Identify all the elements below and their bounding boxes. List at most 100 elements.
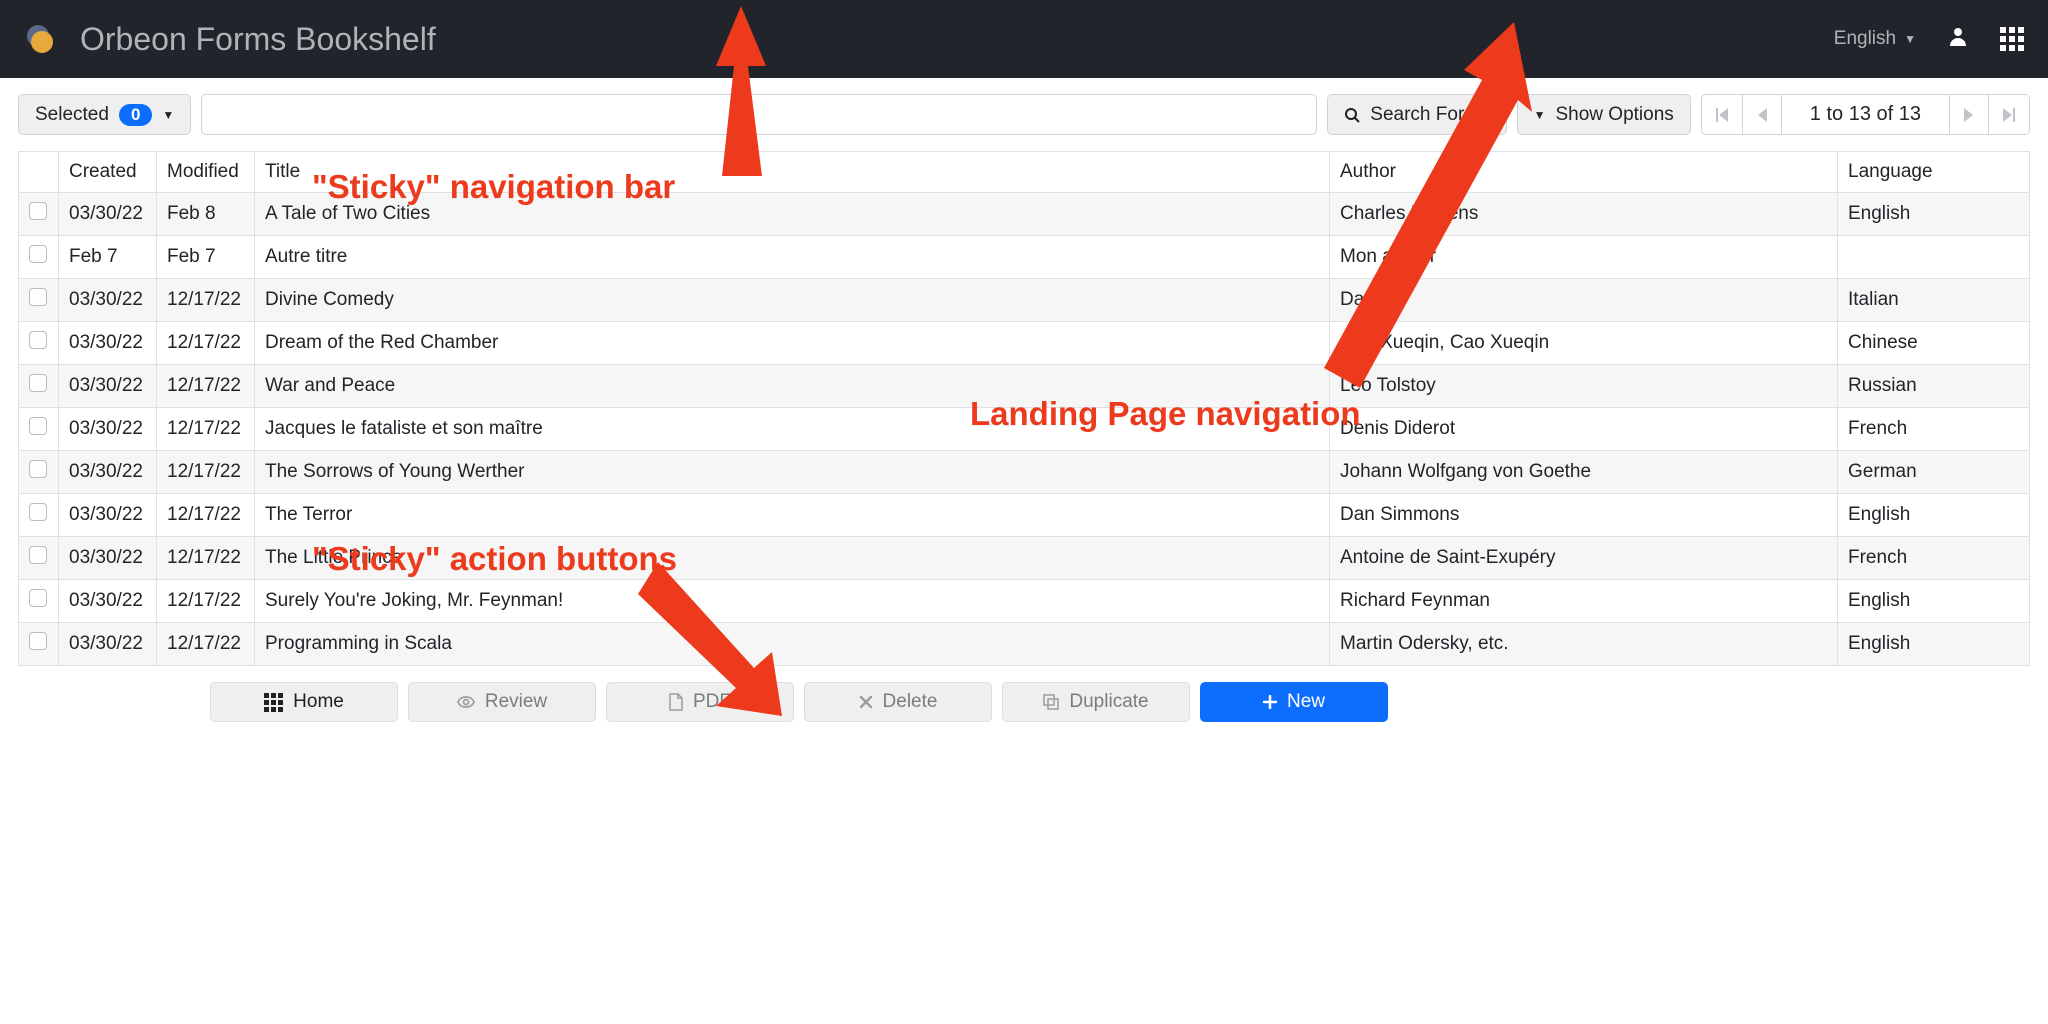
action-bar: Home Review PDF Delete Duplicate New — [0, 672, 2048, 732]
table-row[interactable]: 03/30/2212/17/22The Little PrinceAntoine… — [19, 537, 2030, 580]
pager-prev[interactable] — [1743, 95, 1782, 134]
cell-modified: 12/17/22 — [157, 580, 255, 623]
row-checkbox[interactable] — [29, 460, 47, 478]
selected-label: Selected — [35, 104, 109, 126]
cell-language: English — [1838, 494, 2030, 537]
pdf-button[interactable]: PDF — [606, 682, 794, 722]
row-checkbox[interactable] — [29, 589, 47, 607]
pager-next[interactable] — [1950, 95, 1989, 134]
table-row[interactable]: 03/30/2212/17/22The TerrorDan SimmonsEng… — [19, 494, 2030, 537]
cell-title: War and Peace — [255, 365, 1330, 408]
cell-title: Autre titre — [255, 236, 1330, 279]
pager: 1 to 13 of 13 — [1701, 94, 2030, 135]
row-checkbox[interactable] — [29, 202, 47, 220]
cell-created: 03/30/22 — [59, 322, 157, 365]
search-button[interactable]: Search Forms — [1327, 94, 1506, 135]
cell-author: Martin Odersky, etc. — [1330, 623, 1838, 666]
caret-down-icon: ▼ — [1904, 32, 1916, 46]
cell-language: Chinese — [1838, 322, 2030, 365]
user-icon[interactable] — [1948, 26, 1968, 52]
col-modified[interactable]: Modified — [157, 152, 255, 193]
logo-icon — [24, 23, 56, 55]
pdf-label: PDF — [693, 691, 731, 713]
cell-language: German — [1838, 451, 2030, 494]
pager-first[interactable] — [1702, 95, 1743, 134]
review-button[interactable]: Review — [408, 682, 596, 722]
table-row[interactable]: Feb 7Feb 7Autre titreMon auteur — [19, 236, 2030, 279]
table-header-row: Created Modified Title Author Language — [19, 152, 2030, 193]
cell-title: The Little Prince — [255, 537, 1330, 580]
duplicate-button[interactable]: Duplicate — [1002, 682, 1190, 722]
cell-created: 03/30/22 — [59, 623, 157, 666]
cell-language: English — [1838, 193, 2030, 236]
close-icon — [859, 695, 873, 709]
table-row[interactable]: 03/30/2212/17/22Divine ComedyDanteItalia… — [19, 279, 2030, 322]
language-select[interactable]: English ▼ — [1834, 28, 1916, 50]
cell-title: The Terror — [255, 494, 1330, 537]
row-checkbox-cell — [19, 494, 59, 537]
row-checkbox[interactable] — [29, 503, 47, 521]
cell-author: Richard Feynman — [1330, 580, 1838, 623]
home-button[interactable]: Home — [210, 682, 398, 722]
table-row[interactable]: 03/30/2212/17/22Surely You're Joking, Mr… — [19, 580, 2030, 623]
cell-title: Jacques le fataliste et son maître — [255, 408, 1330, 451]
col-language[interactable]: Language — [1838, 152, 2030, 193]
table-row[interactable]: 03/30/2212/17/22The Sorrows of Young Wer… — [19, 451, 2030, 494]
table-row[interactable]: 03/30/2212/17/22War and PeaceLeo Tolstoy… — [19, 365, 2030, 408]
prev-page-icon — [1757, 108, 1767, 122]
row-checkbox[interactable] — [29, 632, 47, 650]
row-checkbox[interactable] — [29, 374, 47, 392]
row-checkbox[interactable] — [29, 245, 47, 263]
cell-created: 03/30/22 — [59, 494, 157, 537]
row-checkbox[interactable] — [29, 288, 47, 306]
row-checkbox-cell — [19, 236, 59, 279]
apps-grid-icon[interactable] — [2000, 27, 2024, 51]
table-row[interactable]: 03/30/2212/17/22Dream of the Red Chamber… — [19, 322, 2030, 365]
cell-language: English — [1838, 623, 2030, 666]
cell-author: Charles Dickens — [1330, 193, 1838, 236]
plus-icon — [1263, 695, 1277, 709]
cell-modified: 12/17/22 — [157, 623, 255, 666]
grid-icon — [264, 693, 283, 712]
col-title[interactable]: Title — [255, 152, 1330, 193]
row-checkbox-cell — [19, 537, 59, 580]
cell-author: Leo Tolstoy — [1330, 365, 1838, 408]
table-row[interactable]: 03/30/22Feb 8A Tale of Two CitiesCharles… — [19, 193, 2030, 236]
cell-author: Dan Simmons — [1330, 494, 1838, 537]
search-input[interactable] — [201, 94, 1317, 135]
table-row[interactable]: 03/30/2212/17/22Jacques le fataliste et … — [19, 408, 2030, 451]
search-icon — [1344, 107, 1360, 123]
cell-created: 03/30/22 — [59, 193, 157, 236]
cell-modified: 12/17/22 — [157, 451, 255, 494]
show-options-label: Show Options — [1556, 104, 1674, 126]
cell-modified: Feb 8 — [157, 193, 255, 236]
cell-language: English — [1838, 580, 2030, 623]
row-checkbox-cell — [19, 623, 59, 666]
cell-modified: Feb 7 — [157, 236, 255, 279]
row-checkbox[interactable] — [29, 546, 47, 564]
pager-last[interactable] — [1989, 95, 2029, 134]
delete-button[interactable]: Delete — [804, 682, 992, 722]
table-row[interactable]: 03/30/2212/17/22Programming in ScalaMart… — [19, 623, 2030, 666]
cell-created: 03/30/22 — [59, 451, 157, 494]
cell-created: Feb 7 — [59, 236, 157, 279]
cell-title: Dream of the Red Chamber — [255, 322, 1330, 365]
row-checkbox[interactable] — [29, 331, 47, 349]
caret-down-icon: ▼ — [1534, 108, 1546, 122]
show-options-button[interactable]: ▼ Show Options — [1517, 94, 1691, 135]
cell-title: Programming in Scala — [255, 623, 1330, 666]
row-checkbox[interactable] — [29, 417, 47, 435]
review-label: Review — [485, 691, 547, 713]
new-label: New — [1287, 691, 1325, 713]
cell-author: Dante — [1330, 279, 1838, 322]
row-checkbox-cell — [19, 408, 59, 451]
cell-created: 03/30/22 — [59, 537, 157, 580]
row-checkbox-cell — [19, 322, 59, 365]
col-created[interactable]: Created — [59, 152, 157, 193]
selected-dropdown[interactable]: Selected 0 ▼ — [18, 94, 191, 135]
new-button[interactable]: New — [1200, 682, 1388, 722]
file-icon — [669, 693, 683, 711]
cell-created: 03/30/22 — [59, 408, 157, 451]
select-all-header — [19, 152, 59, 193]
col-author[interactable]: Author — [1330, 152, 1838, 193]
